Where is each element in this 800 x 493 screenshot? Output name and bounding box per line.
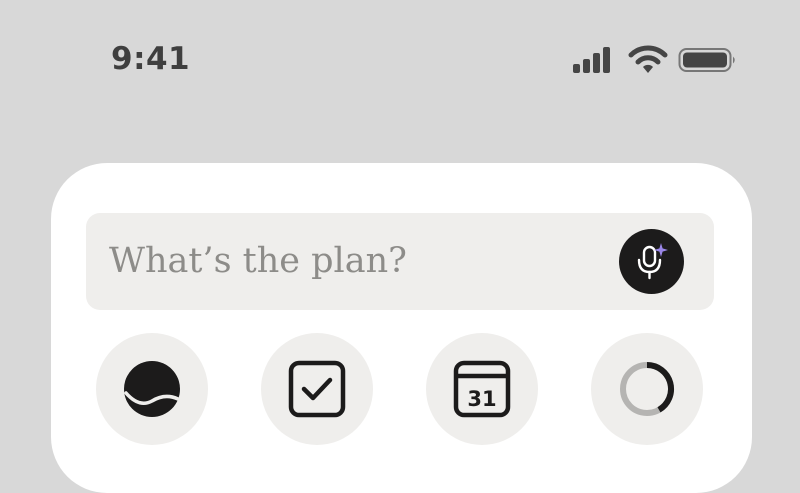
microphone-sparkle-icon <box>637 243 668 280</box>
search-placeholder: What’s the plan? <box>109 241 407 281</box>
progress-button[interactable] <box>591 333 703 445</box>
progress-ring-icon <box>620 362 674 416</box>
calendar-button[interactable]: 31 <box>426 333 538 445</box>
search-input[interactable]: What’s the plan? <box>86 213 714 310</box>
voice-input-button[interactable] <box>619 229 684 294</box>
wifi-icon <box>628 44 668 79</box>
battery-icon <box>678 47 738 78</box>
calendar-icon: 31 <box>453 360 511 418</box>
smile-face-icon <box>124 361 180 417</box>
checkbox-icon <box>288 360 346 418</box>
status-time: 9:41 <box>111 41 191 77</box>
signal-bars-icon <box>572 46 614 79</box>
status-bar: 9:41 <box>0 0 800 120</box>
planner-widget-card: What’s the plan? 31 <box>51 163 752 493</box>
tasks-button[interactable] <box>261 333 373 445</box>
calendar-day-number: 31 <box>467 387 496 411</box>
mood-button[interactable] <box>96 333 208 445</box>
